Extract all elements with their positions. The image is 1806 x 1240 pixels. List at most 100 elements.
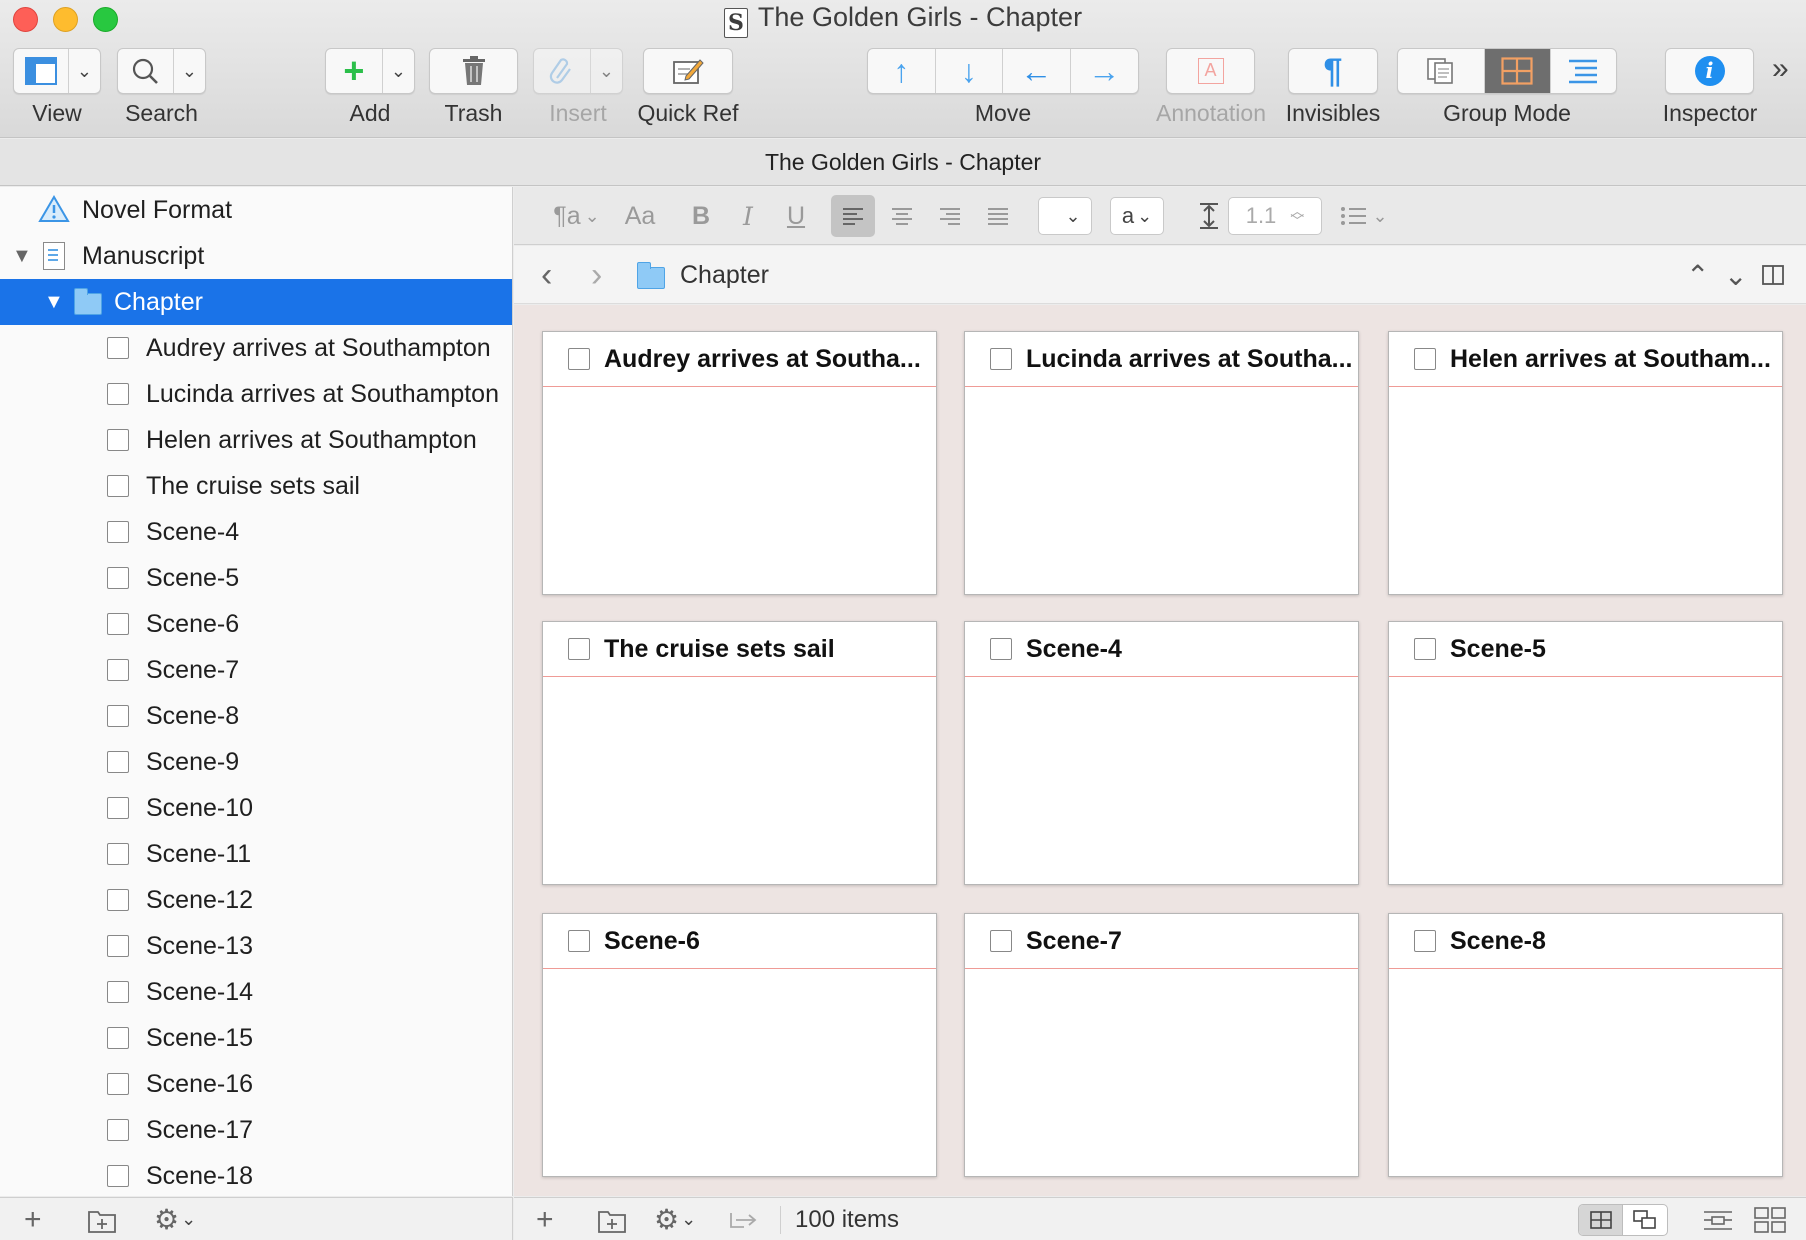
index-card-synopsis[interactable] — [1389, 677, 1782, 884]
index-card[interactable]: The cruise sets sail — [542, 621, 937, 885]
index-card-title[interactable]: Scene-7 — [1026, 927, 1122, 956]
index-card-synopsis[interactable] — [965, 969, 1358, 1176]
binder-item[interactable]: Scene-4 — [0, 509, 512, 555]
index-card-title[interactable]: Helen arrives at Southam... — [1450, 345, 1771, 374]
index-card[interactable]: Lucinda arrives at Southa... — [964, 331, 1359, 595]
corkboard-mode-button[interactable] — [1485, 49, 1551, 93]
card-layout-icon[interactable] — [1754, 1198, 1786, 1240]
inspector-button[interactable]: i — [1665, 48, 1754, 94]
list-style-button[interactable]: ⌄ — [1334, 187, 1394, 245]
card-size-icon[interactable] — [1702, 1198, 1734, 1240]
add-folder-icon[interactable] — [88, 1198, 116, 1240]
line-spacing-stepper[interactable]: 1.1 ︿ ﹀ — [1228, 197, 1322, 235]
trash-button[interactable] — [429, 48, 518, 94]
underline-button[interactable]: U — [776, 187, 816, 245]
binder-item[interactable]: The cruise sets sail — [0, 463, 512, 509]
view-button[interactable]: ⌄ — [13, 48, 101, 94]
index-card[interactable]: Scene-5 — [1388, 621, 1783, 885]
split-editor-icon[interactable] — [1762, 246, 1784, 304]
index-card-title[interactable]: Scene-5 — [1450, 635, 1546, 664]
index-card[interactable]: Audrey arrives at Southa... — [542, 331, 937, 595]
scrivenings-mode-button[interactable] — [1398, 49, 1486, 93]
nav-current-document[interactable]: Chapter — [680, 246, 769, 304]
font-button[interactable]: Aa — [614, 187, 666, 245]
binder-item[interactable]: Audrey arrives at Southampton — [0, 325, 512, 371]
quick-ref-button[interactable] — [643, 48, 733, 94]
binder-item[interactable]: Scene-10 — [0, 785, 512, 831]
move-to-icon[interactable] — [730, 1198, 758, 1240]
binder-item[interactable]: Scene-12 — [0, 877, 512, 923]
index-card-title[interactable]: Lucinda arrives at Southa... — [1026, 345, 1352, 374]
nav-next-item-button[interactable]: ⌄ — [1724, 246, 1747, 304]
freeform-cards-view-button[interactable] — [1623, 1205, 1667, 1235]
paragraph-style-button[interactable]: ¶a ⌄ — [544, 187, 609, 245]
index-card-title[interactable]: Scene-6 — [604, 927, 700, 956]
binder-item[interactable]: Scene-13 — [0, 923, 512, 969]
align-left-button[interactable] — [831, 195, 875, 237]
index-card-title[interactable]: Scene-4 — [1026, 635, 1122, 664]
index-card-title[interactable]: Scene-8 — [1450, 927, 1546, 956]
nav-back-button[interactable]: ‹ — [541, 246, 552, 304]
index-card[interactable]: Scene-7 — [964, 913, 1359, 1177]
add-folder-icon[interactable] — [598, 1198, 626, 1240]
move-down-button[interactable]: ↓ — [936, 49, 1003, 93]
outliner-mode-button[interactable] — [1551, 49, 1616, 93]
binder-item-novel-format[interactable]: Novel Format — [0, 187, 512, 233]
add-button[interactable]: + ⌄ — [325, 48, 415, 94]
index-card-synopsis[interactable] — [543, 677, 936, 884]
binder-item[interactable]: Lucinda arrives at Southampton — [0, 371, 512, 417]
binder-item[interactable]: Scene-16 — [0, 1061, 512, 1107]
index-card-synopsis[interactable] — [1389, 387, 1782, 594]
search-button[interactable]: ⌄ — [117, 48, 206, 94]
corkboard-add-button[interactable]: + — [536, 1198, 554, 1240]
binder-settings-gear-icon[interactable]: ⚙ ⌄ — [154, 1198, 196, 1240]
binder-item[interactable]: Scene-17 — [0, 1107, 512, 1153]
binder-item[interactable]: Scene-9 — [0, 739, 512, 785]
move-left-button[interactable]: ← — [1003, 49, 1071, 93]
index-card[interactable]: Scene-8 — [1388, 913, 1783, 1177]
disclosure-triangle-icon[interactable]: ▼ — [44, 291, 64, 314]
binder-add-button[interactable]: + — [24, 1198, 42, 1240]
align-center-button[interactable] — [880, 187, 924, 245]
folder-icon — [74, 288, 102, 322]
binder-item[interactable]: Scene-7 — [0, 647, 512, 693]
binder-item[interactable]: Scene-14 — [0, 969, 512, 1015]
insert-button[interactable]: ⌄ — [533, 48, 623, 94]
nav-previous-item-button[interactable]: ⌃ — [1686, 246, 1709, 304]
binder-item-chapter[interactable]: ▼ Chapter — [0, 279, 512, 325]
toolbar-overflow-button[interactable]: » — [1772, 52, 1789, 86]
binder-item[interactable]: Scene-18 — [0, 1153, 512, 1196]
index-card-title[interactable]: The cruise sets sail — [604, 635, 835, 664]
binder-item-manuscript[interactable]: ▼ Manuscript — [0, 233, 512, 279]
move-up-button[interactable]: ↑ — [868, 49, 936, 93]
annotation-button[interactable]: A — [1166, 48, 1255, 94]
index-card-synopsis[interactable] — [543, 387, 936, 594]
index-card[interactable]: Scene-4 — [964, 621, 1359, 885]
italic-button[interactable]: I — [729, 187, 767, 245]
binder-item[interactable]: Scene-5 — [0, 555, 512, 601]
grid-cards-view-button[interactable] — [1579, 1205, 1624, 1235]
document-checkbox-icon — [107, 659, 129, 681]
index-card-title[interactable]: Audrey arrives at Southa... — [604, 345, 921, 374]
invisibles-button[interactable]: ¶ — [1288, 48, 1378, 94]
index-card[interactable]: Helen arrives at Southam... — [1388, 331, 1783, 595]
corkboard-settings-gear-icon[interactable]: ⚙ ⌄ — [654, 1198, 696, 1240]
index-card-synopsis[interactable] — [543, 969, 936, 1176]
nav-forward-button[interactable]: › — [591, 246, 602, 304]
disclosure-triangle-icon[interactable]: ▼ — [12, 245, 32, 268]
index-card-synopsis[interactable] — [965, 677, 1358, 884]
binder-item[interactable]: Scene-15 — [0, 1015, 512, 1061]
index-card-synopsis[interactable] — [1389, 969, 1782, 1176]
align-right-button[interactable] — [928, 187, 972, 245]
binder-item[interactable]: Scene-8 — [0, 693, 512, 739]
align-justify-button[interactable] — [976, 187, 1020, 245]
highlight-color-select[interactable]: ⌄ — [1038, 197, 1092, 235]
index-card[interactable]: Scene-6 — [542, 913, 937, 1177]
bold-button[interactable]: B — [682, 187, 720, 245]
index-card-synopsis[interactable] — [965, 387, 1358, 594]
binder-item[interactable]: Helen arrives at Southampton — [0, 417, 512, 463]
text-color-select[interactable]: a ⌄ — [1110, 197, 1164, 235]
move-right-button[interactable]: → — [1071, 49, 1139, 93]
binder-item[interactable]: Scene-11 — [0, 831, 512, 877]
binder-item[interactable]: Scene-6 — [0, 601, 512, 647]
